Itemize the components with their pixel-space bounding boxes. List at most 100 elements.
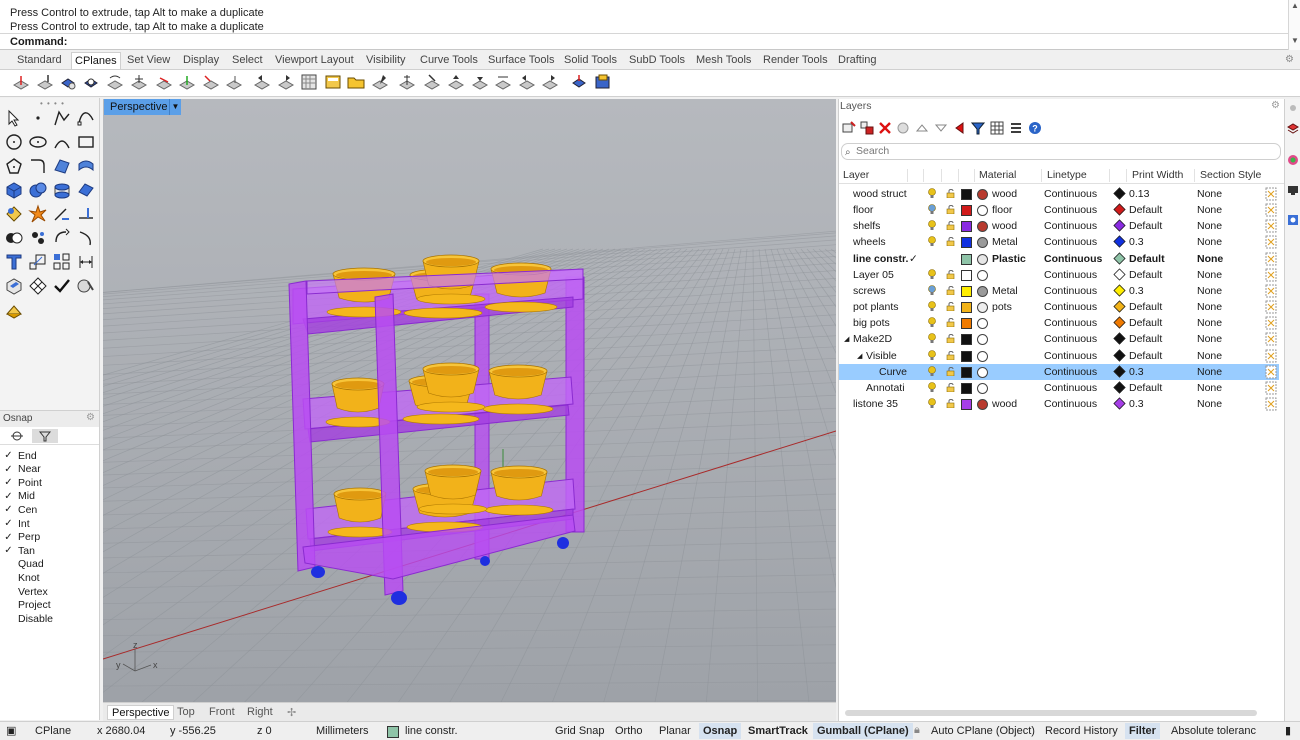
- cplane-view-icon[interactable]: [202, 73, 220, 91]
- osnap-option-quad[interactable]: Quad: [4, 558, 44, 571]
- layer-print-width[interactable]: Default: [1129, 301, 1162, 313]
- osnap-option-perp[interactable]: ✓ Perp: [4, 531, 40, 544]
- layer-color-swatch[interactable]: [961, 237, 972, 249]
- section-style-icon[interactable]: [1265, 365, 1277, 379]
- layer-row[interactable]: line constr. ✓ Plastic Continuous Default Non…: [839, 251, 1279, 267]
- layer-section-style[interactable]: None: [1197, 382, 1222, 394]
- status-end-icon[interactable]: ▮: [1285, 724, 1291, 737]
- layer-section-style[interactable]: None: [1197, 366, 1222, 378]
- solid-tools-icon[interactable]: [4, 276, 24, 296]
- print-color-icon[interactable]: [1113, 268, 1126, 281]
- layer-color-swatch[interactable]: [961, 269, 972, 281]
- cplane-curve-icon[interactable]: [225, 73, 243, 91]
- layer-color-swatch[interactable]: [961, 398, 972, 410]
- tab-select[interactable]: Select: [229, 52, 266, 69]
- osnap-option-point[interactable]: ✓ Point: [4, 476, 42, 489]
- layer-print-width[interactable]: Default: [1129, 382, 1162, 394]
- osnap-option-project[interactable]: Project: [4, 599, 51, 612]
- osnap-option-knot[interactable]: Knot: [4, 571, 40, 584]
- material-sphere-icon[interactable]: [977, 334, 988, 346]
- cplane-surface-icon[interactable]: [82, 73, 100, 91]
- array-icon[interactable]: [52, 252, 72, 272]
- osnap-option-disable[interactable]: Disable: [4, 612, 53, 625]
- layer-name[interactable]: Curve: [879, 366, 907, 378]
- layer-section-style[interactable]: None: [1197, 398, 1222, 410]
- tab-subd-tools[interactable]: SubD Tools: [626, 52, 688, 69]
- section-style-icon[interactable]: [1265, 187, 1277, 201]
- cplane-save-icon[interactable]: [371, 73, 389, 91]
- unlock-icon[interactable]: [946, 382, 955, 392]
- light-bulb-icon[interactable]: [928, 301, 936, 312]
- cplane-flip-icon[interactable]: [494, 73, 512, 91]
- osnap-option-end[interactable]: ✓ End: [4, 449, 36, 462]
- cplane-object-icon[interactable]: [59, 73, 77, 91]
- cplane-right-icon[interactable]: [541, 73, 559, 91]
- cplane-indicator-icon[interactable]: ▣: [6, 724, 16, 737]
- section-style-icon[interactable]: [1265, 397, 1277, 411]
- auto-cplane-toggle[interactable]: Auto CPlane (Object): [931, 725, 1035, 737]
- light-bulb-icon[interactable]: [928, 285, 936, 296]
- circle-icon[interactable]: [4, 132, 24, 152]
- layer-print-width[interactable]: Default: [1129, 253, 1165, 265]
- osnap-option-vertex[interactable]: Vertex: [4, 585, 48, 598]
- arc-icon[interactable]: [52, 132, 72, 152]
- cplane-named-view-icon[interactable]: [594, 73, 612, 91]
- layer-name[interactable]: wood struct: [853, 188, 907, 200]
- print-color-icon[interactable]: [1113, 235, 1126, 249]
- panel-close-icon[interactable]: [1287, 102, 1299, 114]
- panel-options-icon[interactable]: ⚙: [1271, 100, 1280, 111]
- light-bulb-icon[interactable]: [928, 398, 936, 409]
- layer-row[interactable]: wood struct wood Continuous 0.13 None: [839, 186, 1279, 202]
- layer-print-width[interactable]: 0.3: [1129, 366, 1144, 378]
- layer-row[interactable]: ◢ Visible Continuous Default None: [839, 348, 1279, 364]
- polyline-icon[interactable]: [52, 108, 72, 128]
- material-sphere-icon[interactable]: [977, 189, 988, 200]
- menu-icon[interactable]: [1009, 121, 1023, 135]
- text-icon[interactable]: [4, 252, 24, 272]
- lock-icon[interactable]: 🔒︎: [914, 724, 920, 737]
- analyze-icon[interactable]: [76, 276, 96, 296]
- cplane-3point-icon[interactable]: [130, 73, 148, 91]
- wheel[interactable]: [391, 591, 407, 605]
- material-sphere-icon[interactable]: [977, 221, 988, 233]
- section-style-icon[interactable]: [1265, 300, 1277, 314]
- layer-print-width[interactable]: 0.3: [1129, 236, 1144, 248]
- cplane-origin-icon[interactable]: [12, 73, 30, 91]
- absolute-tolerance[interactable]: Absolute toleranc: [1171, 725, 1256, 737]
- print-color-icon[interactable]: [1113, 397, 1126, 410]
- layer-linetype[interactable]: Continuous: [1044, 220, 1097, 232]
- section-style-icon[interactable]: [1265, 381, 1277, 395]
- check-icon[interactable]: ✓: [4, 545, 13, 556]
- layer-color-swatch[interactable]: [961, 318, 972, 330]
- ortho-toggle[interactable]: Ortho: [615, 725, 643, 737]
- print-color-icon[interactable]: [1113, 300, 1126, 313]
- cplane-perpendicular-icon[interactable]: [398, 73, 416, 91]
- material-sphere-icon[interactable]: [977, 366, 988, 378]
- layer-print-width[interactable]: 0.3: [1129, 398, 1144, 410]
- layer-material[interactable]: Plastic: [992, 253, 1026, 265]
- light-bulb-icon[interactable]: [928, 204, 936, 215]
- layer-material[interactable]: Metal: [992, 285, 1018, 297]
- scale-icon[interactable]: [28, 252, 48, 272]
- material-sphere-icon[interactable]: [977, 205, 988, 217]
- planar-toggle[interactable]: Planar: [659, 725, 691, 737]
- cplane-grid-icon[interactable]: [300, 73, 318, 91]
- material-sphere-icon[interactable]: [977, 253, 988, 265]
- light-bulb-icon[interactable]: [928, 365, 936, 377]
- layer-linetype[interactable]: Continuous: [1044, 301, 1097, 313]
- unlock-icon[interactable]: [946, 302, 955, 312]
- layer-section-style[interactable]: None: [1197, 269, 1222, 281]
- layer-linetype[interactable]: Continuous: [1044, 269, 1097, 281]
- material-sphere-icon[interactable]: [977, 237, 988, 249]
- status-layer-color[interactable]: [387, 726, 399, 738]
- layer-section-style[interactable]: None: [1197, 220, 1222, 232]
- named-cplanes-icon[interactable]: [324, 73, 342, 91]
- print-color-icon[interactable]: [1113, 252, 1126, 265]
- section-style-icon[interactable]: [1265, 332, 1277, 346]
- box-icon[interactable]: [4, 180, 24, 200]
- new-layer-icon[interactable]: [842, 121, 856, 135]
- cplane-rotate-icon[interactable]: [106, 73, 124, 91]
- chevron-down-icon[interactable]: ▼: [169, 99, 181, 115]
- cplane-left-icon[interactable]: [518, 73, 536, 91]
- light-bulb-icon[interactable]: [928, 268, 936, 280]
